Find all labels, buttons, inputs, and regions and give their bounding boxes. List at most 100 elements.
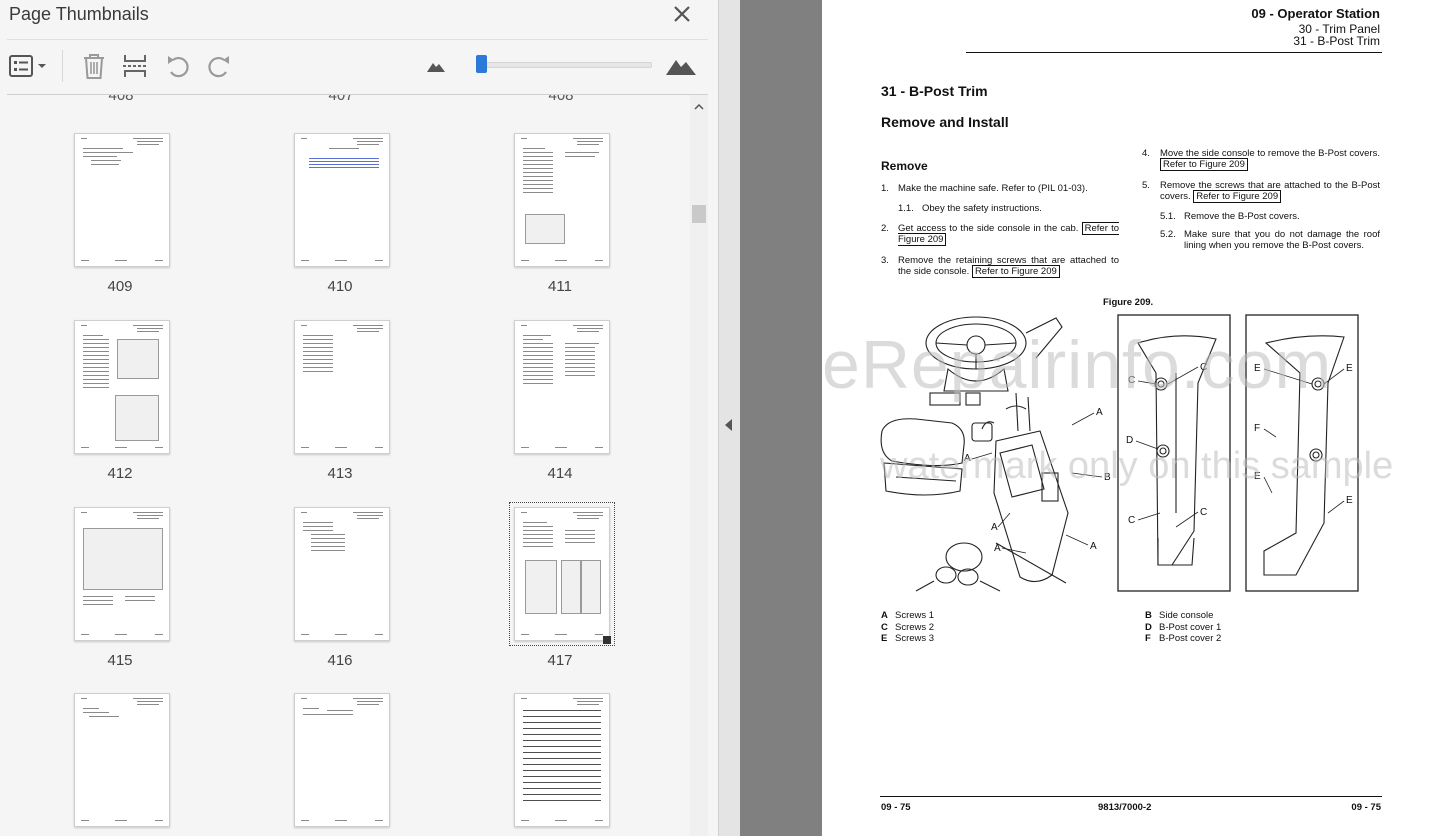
thumbnail-scrollbar[interactable] (690, 95, 708, 836)
page-line (523, 367, 553, 368)
thumbnail-label: 408 (108, 95, 134, 104)
page-line (83, 708, 99, 709)
zoom-in-thumbnails-button[interactable] (664, 50, 698, 82)
legend-key: A (881, 610, 888, 621)
page-line (523, 740, 601, 741)
thumbnail-page-image[interactable] (74, 693, 170, 827)
page-line (303, 359, 333, 360)
page-line (523, 752, 601, 753)
page-line (523, 734, 601, 735)
thumbnail-page-image[interactable] (74, 507, 170, 641)
toolbar-separator (62, 50, 63, 82)
page-link-line (309, 161, 379, 162)
page-line (523, 180, 553, 181)
footer-rule (880, 796, 1382, 797)
page-title: 31 - B-Post Trim (881, 83, 988, 99)
thumbnail-page-image[interactable] (294, 320, 390, 454)
figure-reference-link[interactable]: Refer to Figure 209 (971, 265, 1060, 278)
thumbnail-page-image[interactable] (74, 320, 170, 454)
page-line (303, 351, 333, 352)
thumbnail-label: 407 (328, 95, 354, 104)
figure-legend: A Screws 1 C Screws 2 E Screws 3 (881, 610, 934, 645)
footer-page-right: 09 - 75 (1351, 802, 1381, 813)
page-line (303, 522, 333, 523)
thumbnail-label: 415 (107, 652, 133, 669)
thumbnail-page-image[interactable] (74, 133, 170, 267)
page-line (523, 168, 553, 169)
page-line (115, 260, 127, 261)
page-line (83, 383, 109, 384)
thumbnail-page-image[interactable] (514, 507, 611, 644)
page-line (357, 701, 383, 702)
thumbnail-page-image[interactable] (294, 507, 390, 641)
page-line (303, 367, 333, 368)
page-line (521, 698, 527, 699)
figure-legend: B Side console D B-Post cover 1 F B-Post co… (1145, 610, 1221, 645)
page-line (335, 634, 347, 635)
page-line (555, 634, 567, 635)
page-line (303, 530, 333, 531)
page-line (523, 788, 601, 789)
legend-value: Side console (1159, 610, 1214, 621)
thumbnail-label: 414 (547, 465, 573, 482)
page-line (311, 550, 345, 551)
page-line (523, 538, 553, 539)
page-line (83, 347, 109, 348)
footer-doc-number: 9813/7000-2 (1098, 802, 1152, 813)
page-line (301, 634, 309, 635)
extract-pages-button[interactable] (120, 50, 150, 82)
thumbnail-page-image[interactable] (514, 320, 610, 454)
page-line (83, 596, 113, 597)
page-figure (525, 560, 557, 614)
rotate-counterclockwise-button[interactable] (163, 50, 193, 82)
thumbnail-page-image[interactable] (514, 693, 610, 827)
page-line (521, 325, 527, 326)
figure-reference-link[interactable]: Refer to Figure 209 (1160, 158, 1248, 171)
thumbnail-options-button[interactable] (6, 50, 50, 82)
collapse-panel-icon[interactable] (723, 418, 735, 432)
page-line (137, 328, 163, 329)
thumbnail-label: 411 (548, 278, 572, 295)
page-line (301, 260, 309, 261)
page-line (303, 371, 333, 372)
page-line (137, 701, 163, 702)
figure-callout: C (1128, 375, 1135, 386)
thumbnail-page-image[interactable] (294, 133, 390, 267)
page-line (83, 355, 109, 356)
page-line (83, 156, 117, 157)
step-number: 5.2. (1160, 229, 1176, 240)
thumbnail-zoom-slider-track[interactable] (476, 62, 652, 68)
thumbnail-page-image[interactable] (294, 693, 390, 827)
page-line (573, 698, 603, 699)
page-thumbnails-panel: Page Thumbnails 408 407 408 409 410 411 … (0, 0, 718, 836)
page-line (301, 138, 307, 139)
step-number: 5. (1142, 180, 1150, 191)
page-line (83, 148, 123, 149)
page-line (573, 512, 603, 513)
step-number: 1.1. (898, 203, 914, 214)
page-line (523, 794, 601, 795)
page-line (523, 339, 543, 340)
page-line (81, 260, 89, 261)
panel-splitter[interactable] (718, 0, 741, 836)
rotate-clockwise-button[interactable] (204, 50, 234, 82)
step-text: Obey the safety instructions. (922, 203, 1042, 214)
close-icon[interactable] (670, 2, 694, 26)
thumbnail-zoom-slider-handle[interactable] (476, 55, 488, 73)
page-line (523, 522, 547, 523)
page-line (523, 383, 553, 384)
scrollbar-thumb[interactable] (692, 205, 706, 223)
figure-reference-link[interactable]: Refer to Figure 209 (1193, 190, 1282, 203)
page-line (303, 708, 319, 709)
document-viewer-background (740, 0, 822, 836)
scroll-up-arrow-icon[interactable] (690, 100, 708, 114)
zoom-out-thumbnails-button[interactable] (424, 50, 448, 82)
page-line (523, 359, 553, 360)
page-line (137, 704, 159, 705)
thumbnail-page-image[interactable] (514, 133, 610, 267)
delete-pages-button[interactable] (80, 50, 108, 82)
large-mountain-icon (666, 60, 696, 75)
page-subtitle: Remove and Install (881, 114, 1009, 130)
page-line (523, 164, 553, 165)
panel-title: Page Thumbnails (9, 4, 149, 24)
